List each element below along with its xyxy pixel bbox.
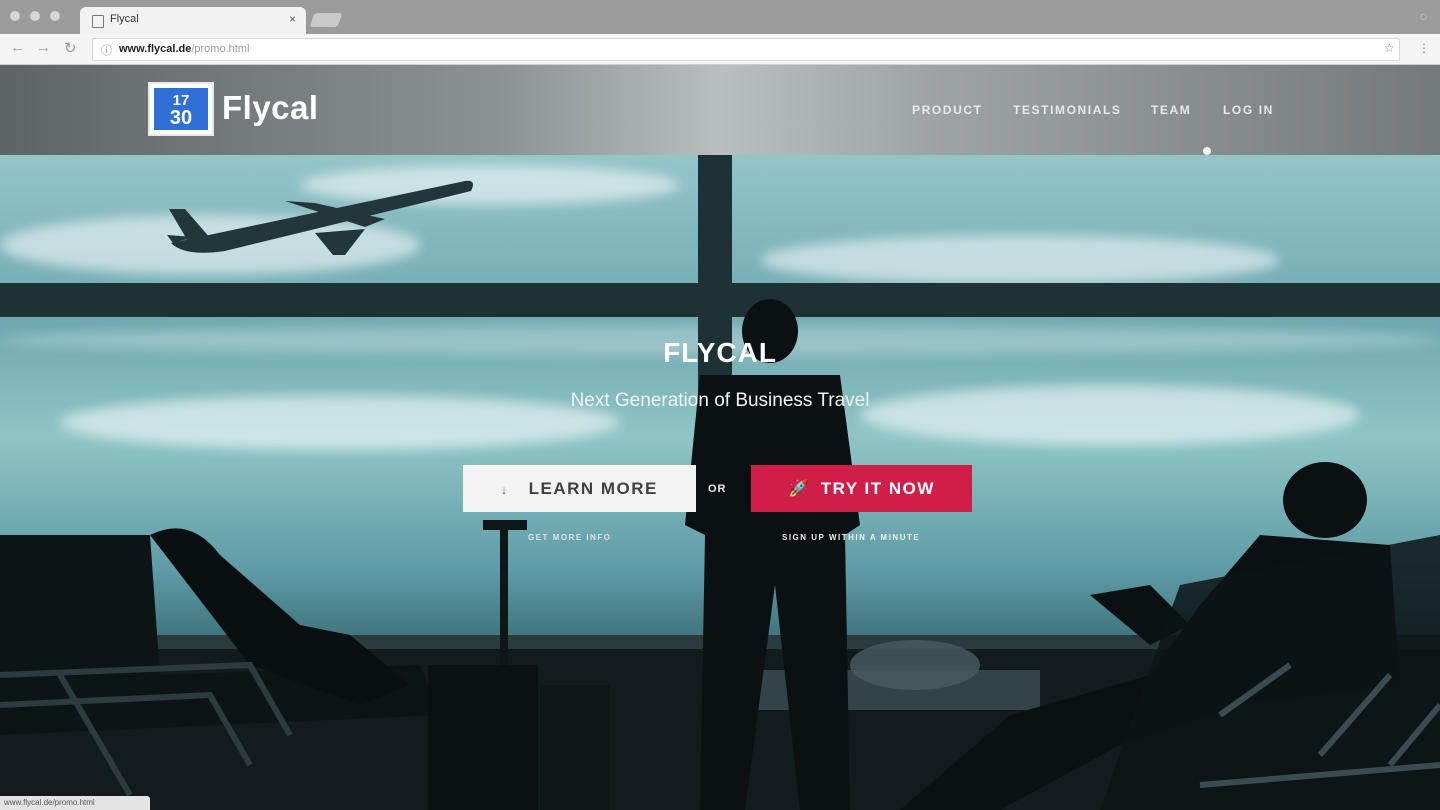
hero-subtitle: Next Generation of Business Travel	[570, 390, 870, 411]
browser-menu-icon[interactable]: ⋮	[1418, 41, 1430, 55]
back-icon[interactable]: ←	[10, 39, 25, 56]
reload-icon[interactable]: ↻	[64, 39, 77, 57]
learn-more-caption: GET MORE INFO	[528, 533, 612, 542]
try-it-now-label: TRY IT NOW	[820, 478, 935, 498]
logo-number-top: 17	[172, 92, 190, 109]
nav-testimonials[interactable]: TESTIMONIALS	[1013, 103, 1122, 117]
url-host: www.flycal.de	[119, 43, 192, 55]
address-bar: ← → ↻ ⓘ www.flycal.de/promo.html ☆ ⋮	[0, 34, 1440, 65]
mouse-cursor	[1203, 147, 1211, 155]
brand-name[interactable]: Flycal	[222, 89, 319, 127]
landing-page: 17 30 Flycal PRODUCT TESTIMONIALS TEAM L…	[0, 65, 1440, 810]
url-text: www.flycal.de/promo.html	[119, 43, 249, 55]
lounge-silhouettes-image	[0, 299, 1440, 810]
learn-more-button[interactable]: ↓ LEARN MORE	[463, 465, 696, 512]
rocket-icon: 🚀	[788, 478, 811, 498]
nav-product[interactable]: PRODUCT	[912, 103, 983, 117]
page-icon	[92, 15, 104, 28]
browser-tab[interactable]: Flycal ×	[80, 7, 306, 34]
site-header: 17 30 Flycal PRODUCT TESTIMONIALS TEAM L…	[0, 65, 1440, 155]
forward-icon[interactable]: →	[36, 39, 51, 56]
url-field[interactable]: ⓘ www.flycal.de/promo.html	[92, 38, 1400, 61]
learn-more-label: LEARN MORE	[528, 478, 658, 498]
try-it-now-button[interactable]: 🚀 TRY IT NOW	[751, 465, 972, 512]
new-tab-button[interactable]	[309, 13, 343, 27]
logo-tile: 17 30	[154, 88, 208, 130]
try-it-now-caption: SIGN UP WITHIN A MINUTE	[782, 533, 921, 542]
window-maximize-dot[interactable]	[50, 11, 60, 21]
url-path: /promo.html	[191, 43, 250, 55]
hero-title: FLYCAL	[663, 337, 777, 368]
bookmark-star-icon[interactable]: ☆	[1384, 41, 1395, 55]
logo-number-bottom: 30	[169, 107, 193, 129]
window-close-dot[interactable]	[10, 11, 20, 21]
info-icon[interactable]: ⓘ	[101, 42, 112, 58]
arrow-down-icon: ↓	[501, 482, 509, 497]
browser-tab-bar: Flycal × ○	[0, 0, 1440, 34]
nav-log-in[interactable]: LOG IN	[1223, 103, 1274, 117]
calendar-logo-icon[interactable]: 17 30	[148, 82, 214, 136]
close-tab-icon[interactable]: ×	[289, 12, 296, 26]
status-bar-url: www.flycal.de/promo.html	[0, 796, 150, 810]
profile-icon[interactable]: ○	[1420, 8, 1428, 24]
window-minimize-dot[interactable]	[30, 11, 40, 21]
tab-title: Flycal	[110, 13, 139, 25]
nav-team[interactable]: TEAM	[1151, 103, 1191, 117]
or-separator: OR	[708, 483, 727, 495]
